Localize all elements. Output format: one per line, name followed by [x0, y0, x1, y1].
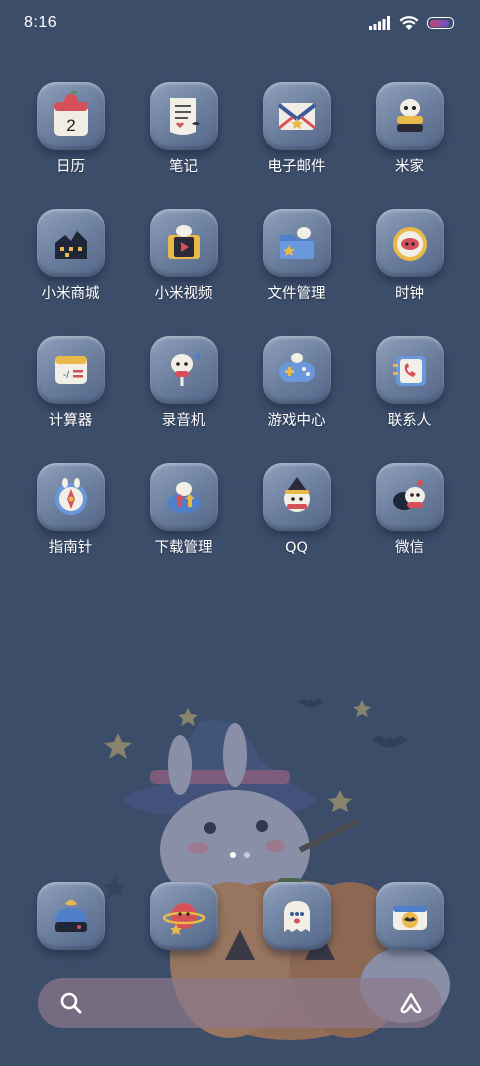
wechat-tile[interactable]	[375, 463, 444, 531]
video-tile[interactable]	[149, 209, 218, 277]
app-label: 录音机	[161, 413, 206, 429]
app-label: 时钟	[395, 286, 424, 302]
app-label: 计算器	[48, 413, 93, 429]
store-tile[interactable]	[36, 209, 105, 277]
browser-planet-icon	[162, 903, 205, 935]
star-icon	[353, 700, 371, 717]
app-mi-store[interactable]: 小米商城	[14, 209, 127, 303]
gamepad-icon	[278, 353, 315, 382]
mail-icon	[277, 103, 316, 130]
app-download-manager[interactable]: 下载管理	[127, 463, 240, 557]
compass-icon	[54, 478, 87, 515]
calendar-icon: 2	[53, 91, 88, 136]
star-icon	[178, 708, 198, 726]
clock-time: 8:16	[24, 14, 58, 31]
download-cloud-icon	[166, 482, 201, 513]
wechat-icon	[392, 480, 425, 510]
app-label: 游戏中心	[267, 413, 326, 429]
svg-text:-/: -/	[63, 370, 69, 381]
app-game-center[interactable]: 游戏中心	[240, 336, 353, 430]
status-bar: 8:16	[0, 0, 480, 46]
app-email[interactable]: 电子邮件	[240, 82, 353, 176]
download-tile[interactable]	[149, 463, 218, 531]
app-label: 联系人	[387, 413, 432, 429]
store-icon	[54, 231, 87, 259]
app-qq[interactable]: QQ	[240, 463, 353, 557]
app-label: 微信	[395, 540, 424, 556]
app-mi-video[interactable]: 小米视频	[127, 209, 240, 303]
search-bar[interactable]	[38, 978, 442, 1028]
gamepad-tile[interactable]	[262, 336, 331, 404]
compass-tile[interactable]	[36, 463, 105, 531]
contacts-icon	[392, 356, 426, 386]
bat-icon	[298, 699, 324, 708]
app-wechat[interactable]: 微信	[353, 463, 466, 557]
battery-level	[429, 19, 450, 27]
qq-tile[interactable]	[262, 463, 331, 531]
app-label: 文件管理	[267, 286, 326, 302]
video-icon	[167, 225, 200, 259]
signal-icon	[369, 16, 390, 30]
app-label: 电子邮件	[267, 159, 326, 175]
phone-tile[interactable]	[36, 882, 105, 950]
browser-tile[interactable]	[149, 882, 218, 950]
clock-tile[interactable]	[375, 209, 444, 277]
dock-phone[interactable]	[14, 882, 127, 950]
messages-tile[interactable]	[262, 882, 331, 950]
email-tile[interactable]	[262, 82, 331, 150]
app-calculator[interactable]: -/ 计算器	[14, 336, 127, 430]
svg-text:2: 2	[66, 116, 75, 135]
dock-browser[interactable]	[127, 882, 240, 950]
folder-icon	[279, 227, 314, 259]
app-label: QQ	[285, 540, 308, 556]
calculator-icon: -/	[54, 356, 87, 384]
contacts-tile[interactable]	[375, 336, 444, 404]
dock-camera[interactable]	[353, 882, 466, 950]
recorder-icon	[170, 353, 200, 386]
app-clock[interactable]: 时钟	[353, 209, 466, 303]
app-label: 指南针	[48, 540, 93, 556]
app-label: 日历	[56, 159, 85, 175]
app-calendar[interactable]: 2 日历	[14, 82, 127, 176]
app-grid: 2 日历 笔记 电子邮件 米家 小米商城 小米视频 文件管理 时钟 -/ 计算器…	[14, 82, 466, 557]
app-label: 小米商城	[41, 286, 100, 302]
battery-icon	[427, 17, 454, 29]
app-recorder[interactable]: 录音机	[127, 336, 240, 430]
mi-home-icon	[396, 99, 423, 132]
recorder-tile[interactable]	[149, 336, 218, 404]
camera-icon	[392, 906, 427, 930]
page-indicator	[0, 852, 480, 858]
page-dot-active[interactable]	[230, 852, 236, 858]
app-file-manager[interactable]: 文件管理	[240, 209, 353, 303]
notes-icon	[169, 98, 200, 135]
calendar-tile[interactable]: 2	[36, 82, 105, 150]
status-icons	[369, 15, 454, 31]
clock-icon	[392, 227, 427, 261]
dock	[14, 882, 466, 950]
app-label: 米家	[395, 159, 424, 175]
bat-icon	[372, 736, 408, 748]
folder-tile[interactable]	[262, 209, 331, 277]
assistant-icon[interactable]	[398, 990, 424, 1016]
calculator-tile[interactable]: -/	[36, 336, 105, 404]
phone-icon	[54, 900, 87, 932]
wifi-icon	[399, 15, 419, 30]
app-notes[interactable]: 笔记	[127, 82, 240, 176]
app-contacts[interactable]: 联系人	[353, 336, 466, 430]
page-dot[interactable]	[244, 852, 250, 858]
messages-ghost-icon	[283, 901, 310, 932]
notes-tile[interactable]	[149, 82, 218, 150]
mi-home-tile[interactable]	[375, 82, 444, 150]
app-compass[interactable]: 指南针	[14, 463, 127, 557]
app-label: 笔记	[169, 159, 198, 175]
app-label: 下载管理	[154, 540, 213, 556]
dock-messages[interactable]	[240, 882, 353, 950]
search-icon[interactable]	[58, 990, 84, 1016]
app-mi-home[interactable]: 米家	[353, 82, 466, 176]
qq-ghost-icon	[283, 477, 310, 512]
app-label: 小米视频	[154, 286, 213, 302]
camera-tile[interactable]	[375, 882, 444, 950]
star-icon	[104, 733, 132, 759]
star-icon	[328, 790, 352, 812]
